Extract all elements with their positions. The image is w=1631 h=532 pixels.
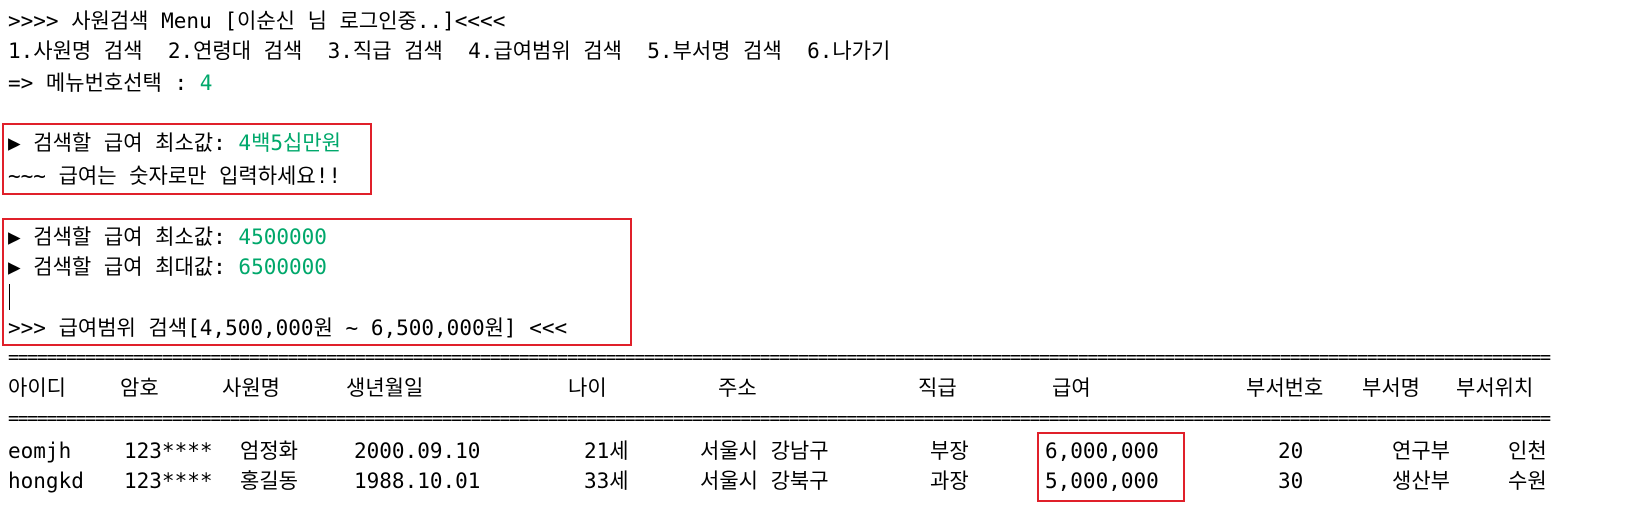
min-salary-label: ▶ 검색할 급여 최소값: (8, 131, 239, 155)
max-salary-input: 6500000 (238, 255, 327, 279)
separator-header: ========================================… (8, 410, 1551, 428)
col-header-dept-name: 부서명 (1362, 376, 1420, 400)
menu-prompt: => 메뉴번호선택 : 4 (8, 68, 212, 98)
min-salary-input: 4500000 (238, 225, 327, 249)
cell-birthdate: 2000.09.10 (354, 439, 481, 463)
text-cursor (9, 284, 10, 310)
cell-position: 부장 (930, 439, 969, 463)
col-header-dept-location: 부서위치 (1456, 376, 1534, 400)
cell-address: 서울시 강남구 (700, 439, 829, 463)
cell-address: 서울시 강북구 (700, 469, 829, 493)
min-salary-label: ▶ 검색할 급여 최소값: (8, 225, 239, 249)
cell-position: 과장 (930, 469, 969, 493)
min-salary-prompt-invalid: ▶ 검색할 급여 최소값: 4백5십만원 (8, 128, 341, 158)
col-header-birthdate: 생년월일 (346, 376, 424, 400)
cell-dept-location: 수원 (1508, 469, 1547, 493)
max-salary-label: ▶ 검색할 급여 최대값: (8, 255, 239, 279)
result-title: >>> 급여범위 검색[4,500,000원 ~ 6,500,000원] <<< (8, 316, 568, 340)
cell-password: 123**** (124, 469, 213, 493)
min-salary-prompt: ▶ 검색할 급여 최소값: 4500000 (8, 222, 327, 252)
cell-dept-name: 생산부 (1392, 469, 1450, 493)
cell-age: 21세 (584, 439, 629, 463)
menu-options: 1.사원명 검색 2.연령대 검색 3.직급 검색 4.급여범위 검색 5.부서… (8, 39, 891, 63)
menu-prompt-input: 4 (199, 71, 213, 95)
col-header-address: 주소 (718, 376, 757, 400)
console-header: >>>> 사원검색 Menu [이순신 님 로그인중..]<<<< (8, 9, 506, 33)
cell-dept-no: 30 (1278, 469, 1304, 493)
cell-birthdate: 1988.10.01 (354, 469, 481, 493)
min-salary-invalid-input: 4백5십만원 (238, 131, 341, 155)
cell-salary: 6,000,000 (1045, 439, 1159, 463)
menu-prompt-label: => 메뉴번호선택 : (8, 71, 200, 95)
cell-id: hongkd (8, 469, 84, 493)
cell-dept-no: 20 (1278, 439, 1304, 463)
error-message: ~~~ 급여는 숫자로만 입력하세요!! (8, 164, 341, 188)
cell-name: 엄정화 (240, 439, 298, 463)
cell-id: eomjh (8, 439, 72, 463)
cell-age: 33세 (584, 469, 629, 493)
col-header-password: 암호 (120, 376, 159, 400)
col-header-age: 나이 (568, 376, 607, 400)
cell-name: 홍길동 (240, 469, 298, 493)
cell-password: 123**** (124, 439, 213, 463)
col-header-id: 아이디 (8, 376, 66, 400)
cell-salary: 5,000,000 (1045, 469, 1159, 493)
col-header-position: 직급 (918, 376, 957, 400)
cell-dept-name: 연구부 (1392, 439, 1450, 463)
cell-dept-location: 인천 (1508, 439, 1547, 463)
col-header-dept-no: 부서번호 (1246, 376, 1324, 400)
col-header-name: 사원명 (222, 376, 280, 400)
separator-top: ========================================… (8, 349, 1551, 367)
max-salary-prompt: ▶ 검색할 급여 최대값: 6500000 (8, 252, 327, 282)
col-header-salary: 급여 (1052, 376, 1091, 400)
